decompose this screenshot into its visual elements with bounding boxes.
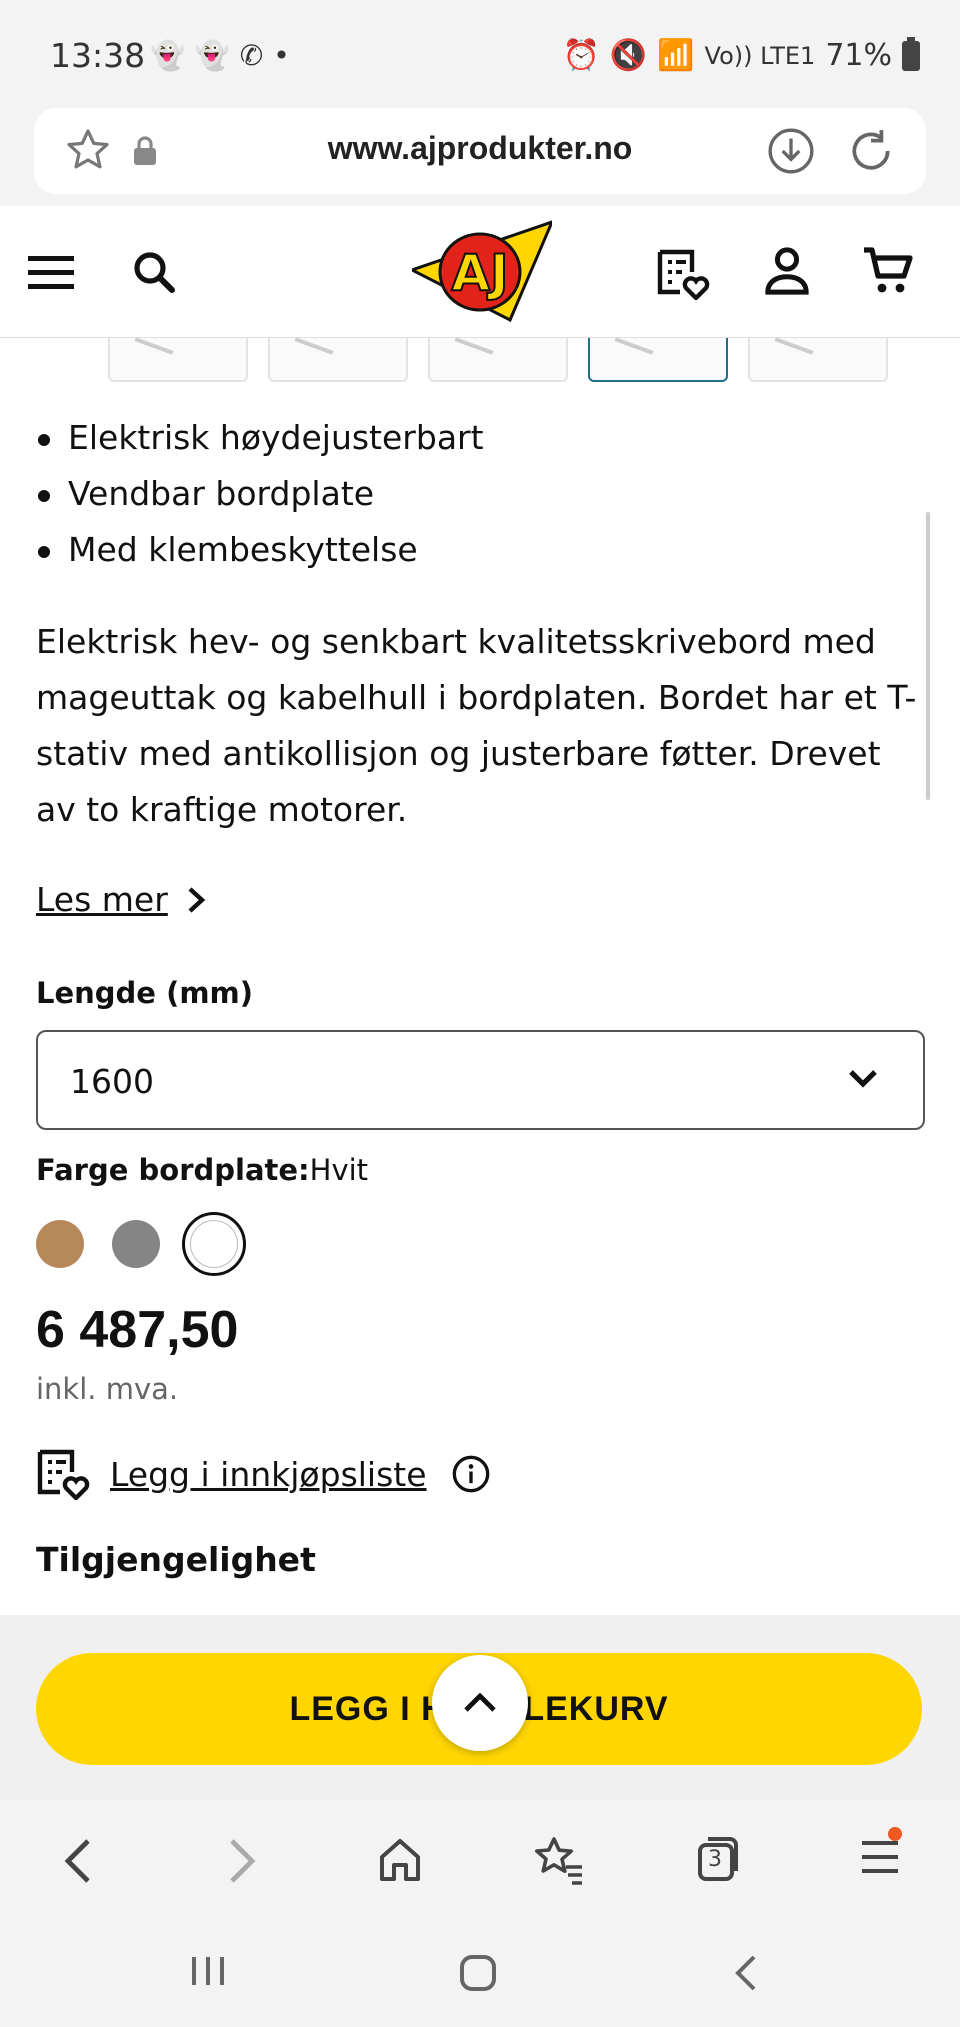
color-label-title: Farge bordplate: [36,1153,310,1187]
add-to-shopping-list[interactable]: Legg i innkjøpsliste [36,1448,491,1500]
notification-dot [888,1827,902,1841]
forward-icon[interactable] [222,1835,262,1887]
shopping-list-heart-icon [37,1449,90,1500]
search-icon[interactable] [130,248,178,296]
whatsapp-icon: ✆ [239,39,264,72]
menu-icon[interactable] [28,252,74,292]
system-navigation-bar [0,1921,960,2027]
vat-note: inkl. mva. [36,1372,179,1406]
color-swatches [36,1212,246,1276]
shopping-list-heart-icon[interactable] [656,248,712,300]
site-header: AJ [0,206,960,338]
page-scrollbar[interactable] [926,512,930,800]
product-description: Elektrisk hev- og senkbart kvalitetsskri… [36,622,917,829]
feature-item: Vendbar bordplate [36,466,484,522]
download-icon[interactable] [766,126,816,176]
product-thumbnails [108,338,888,382]
chevron-down-icon [849,1070,877,1088]
color-value: Hvit [309,1153,369,1187]
product-thumbnail[interactable] [108,338,248,382]
network-type: Vo)) LTE1 [704,41,816,70]
battery-icon [902,36,920,71]
length-label: Lengde (mm) [36,976,254,1010]
url-bar[interactable]: www.ajprodukter.no [34,108,926,194]
product-price: 6 487,50 [36,1301,239,1359]
chevron-right-icon [188,886,206,913]
notification-icons: 👻 👻 ✆ • [150,40,290,72]
browser-menu-button[interactable] [858,1827,902,1879]
scroll-to-top-button[interactable] [432,1655,528,1751]
alarm-icon: ⏰ [562,38,600,73]
snapchat-icon: 👻 [194,39,230,72]
tabs-button[interactable]: 3 [694,1835,742,1885]
back-icon[interactable] [58,1835,98,1887]
feature-item: Elektrisk høydejusterbart [36,410,484,466]
home-icon[interactable] [376,1835,424,1885]
product-thumbnail[interactable] [748,338,888,382]
reload-icon[interactable] [846,126,896,176]
info-icon[interactable] [451,1454,491,1494]
swatch-wood[interactable] [36,1220,84,1268]
status-time: 13:38 [50,36,146,75]
shopping-list-label[interactable]: Legg i innkjøpsliste [110,1455,427,1494]
home-nav-icon[interactable] [456,1951,500,1995]
swatch-white-selected[interactable] [182,1212,246,1276]
color-label: Farge bordplate:Hvit [36,1153,368,1187]
add-to-cart-bar: LEGG I HANDLEKURV [0,1615,960,1801]
system-icons: ⏰ 🔇 📶 Vo)) LTE1 71% [562,36,920,73]
length-select[interactable]: 1600 [36,1030,925,1130]
tabs-count: 3 [708,1847,722,1872]
status-bar: 13:38 👻 👻 ✆ • ⏰ 🔇 📶 Vo)) LTE1 71% [0,0,960,108]
wifi-icon: 📶 [657,38,695,73]
chevron-up-icon [464,1692,496,1712]
cart-icon[interactable] [862,246,914,298]
battery-percent: 71% [825,38,892,73]
availability-heading: Tilgjengelighet [36,1540,316,1579]
aj-logo[interactable]: AJ [412,220,552,324]
length-select-value[interactable]: 1600 [70,1062,154,1101]
mute-icon: 🔇 [609,38,648,73]
dot-icon: • [273,39,290,72]
product-thumbnail-active[interactable] [588,338,728,382]
product-thumbnail[interactable] [268,338,408,382]
feature-item: Med klembeskyttelse [36,522,484,578]
account-icon[interactable] [764,246,810,296]
swatch-grey[interactable] [112,1220,160,1268]
read-more-link[interactable]: Les mer [36,880,208,919]
hamburger-menu-icon [862,1841,898,1873]
bookmarks-icon[interactable] [532,1835,586,1885]
swatch-white [190,1220,238,1268]
back-nav-icon[interactable] [730,1951,762,1995]
svg-text:AJ: AJ [451,244,508,302]
product-thumbnail[interactable] [428,338,568,382]
url-bar-area: www.ajprodukter.no [0,108,960,206]
recent-apps-icon[interactable] [188,1951,228,1991]
snapchat-icon: 👻 [150,39,185,72]
browser-toolbar: 3 [0,1801,960,1921]
feature-list: Elektrisk høydejusterbart Vendbar bordpl… [36,410,484,578]
read-more-label[interactable]: Les mer [36,880,168,919]
